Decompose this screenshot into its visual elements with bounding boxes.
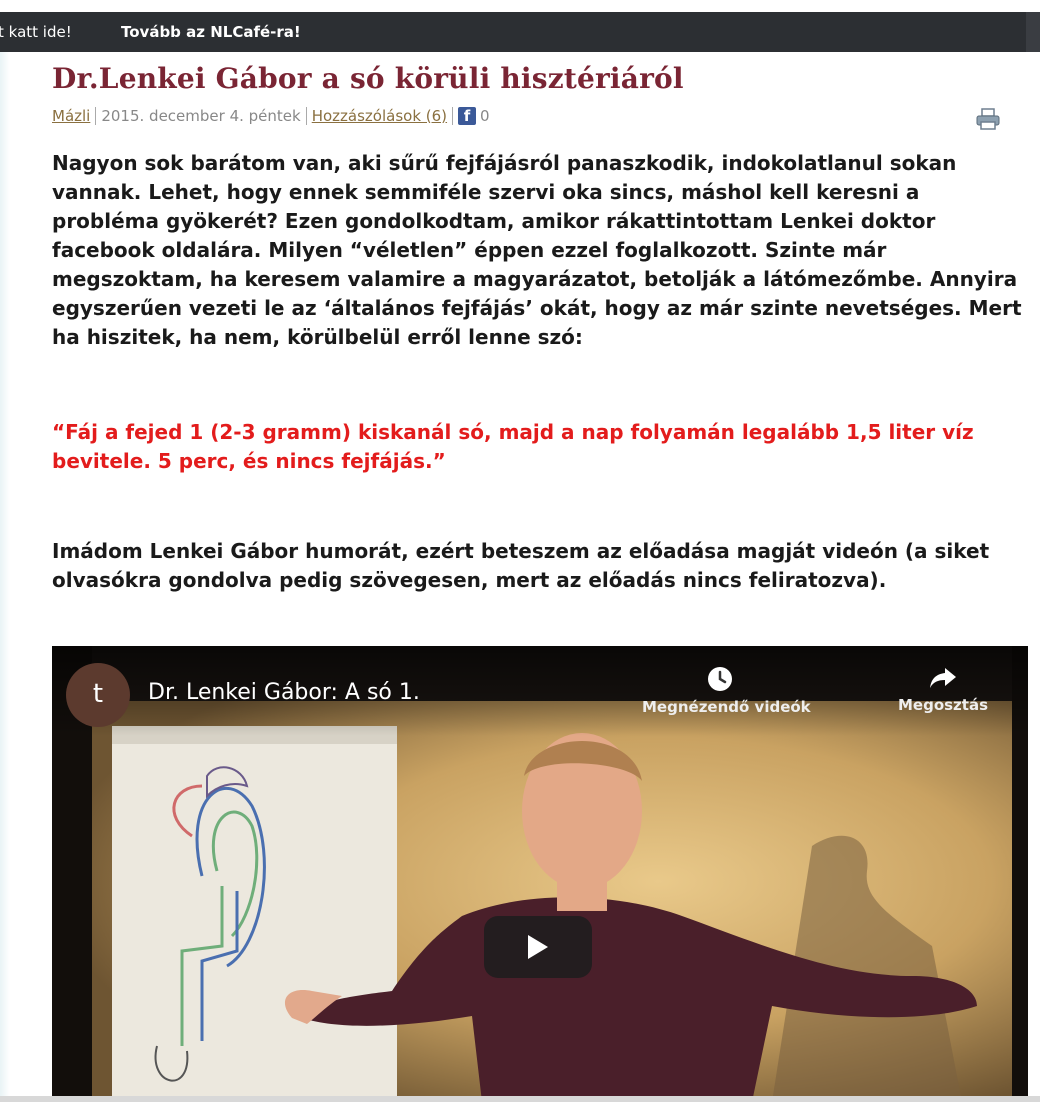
share-button[interactable]: Megosztás: [876, 666, 1010, 714]
quote-paragraph: “Fáj a fejed 1 (2-3 gramm) kiskanál só, …: [52, 420, 974, 473]
play-button[interactable]: [484, 916, 592, 978]
meta-divider: [95, 106, 97, 125]
watch-later-button[interactable]: Megnézendő videók: [642, 666, 811, 716]
share-label: Megosztás: [897, 696, 989, 714]
banner-edge: [1026, 12, 1040, 52]
article-meta: Mázli 2015. december 4. péntek Hozzászólás…: [52, 106, 1000, 132]
play-icon: [528, 935, 548, 959]
facebook-count: 0: [480, 106, 490, 125]
meta-divider: [452, 106, 454, 125]
author-link[interactable]: Mázli: [52, 107, 90, 125]
facebook-icon[interactable]: f: [458, 106, 477, 125]
second-paragraph: Imádom Lenkei Gábor humorát, ezért betes…: [52, 539, 990, 592]
comments-link[interactable]: Hozzászólások (6): [312, 107, 447, 125]
channel-avatar[interactable]: t: [66, 663, 130, 727]
bottom-scroll-strip: [0, 1096, 1040, 1102]
watch-later-label: Megnézendő videók: [642, 698, 811, 716]
top-banner: t katt ide! Tovább az NLCafé-ra!: [0, 12, 1040, 52]
share-arrow-icon: [930, 668, 956, 688]
nlcafe-link[interactable]: Tovább az NLCafé-ra!: [121, 12, 301, 52]
video-player[interactable]: t Dr. Lenkei Gábor: A só 1. Megnézendő v…: [52, 646, 1028, 1102]
meta-divider: [305, 106, 307, 125]
intro-paragraph: Nagyon sok barátom van, aki sűrű fejfájá…: [52, 151, 1022, 349]
article-title: Dr.Lenkei Gábor a só körüli hisztériáról: [52, 62, 684, 95]
print-icon[interactable]: [976, 108, 1000, 130]
article-date: 2015. december 4. péntek: [101, 106, 301, 125]
page-left-edge: [0, 12, 10, 1102]
clock-icon: [708, 667, 732, 691]
video-title[interactable]: Dr. Lenkei Gábor: A só 1.: [148, 680, 420, 705]
banner-text[interactable]: t katt ide!: [0, 12, 72, 52]
